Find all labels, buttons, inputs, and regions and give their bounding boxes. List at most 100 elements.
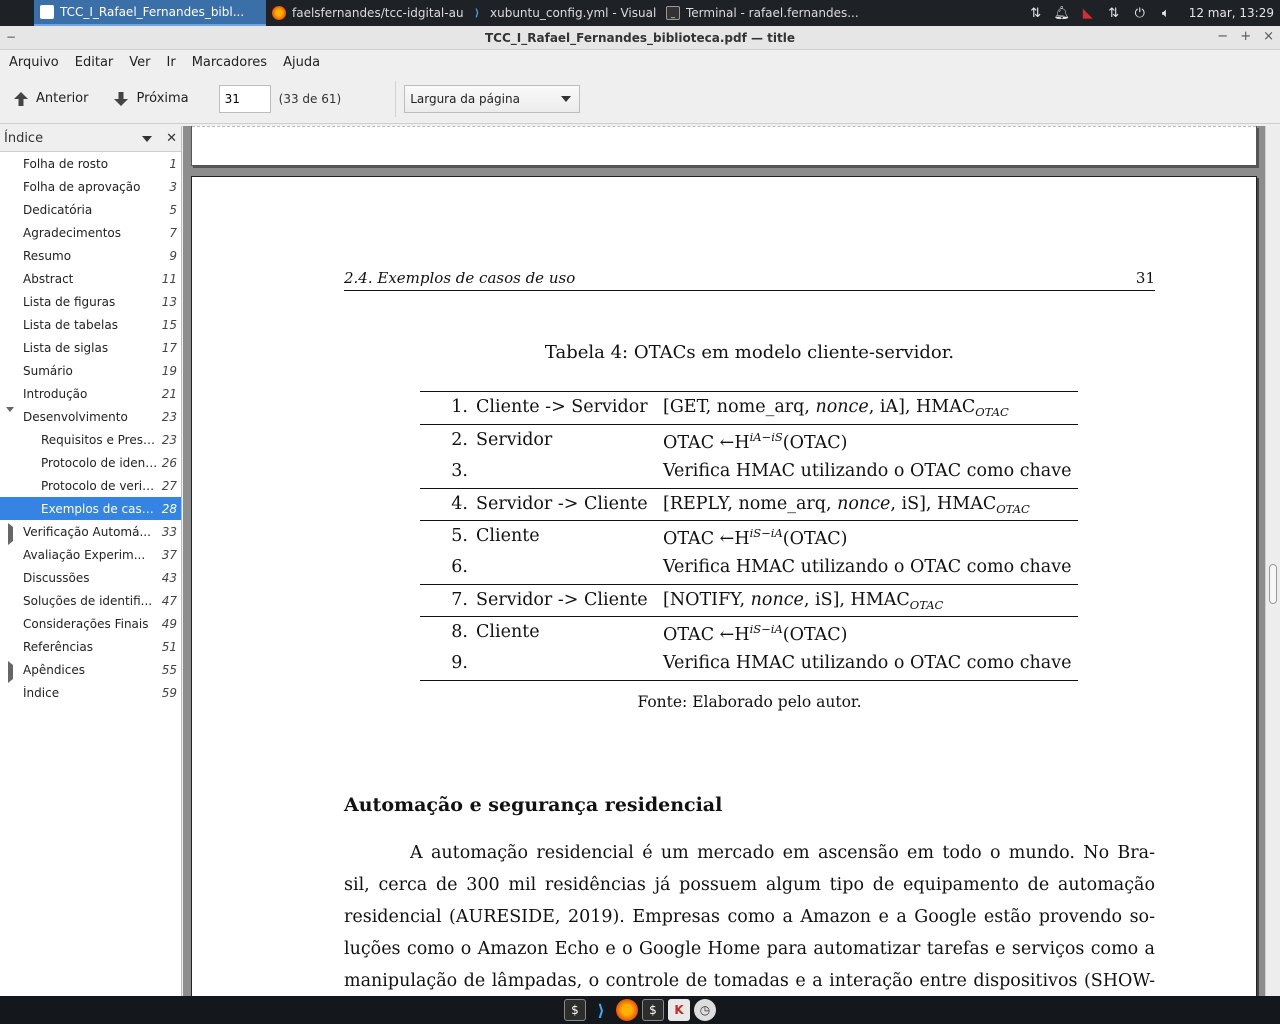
outline-item-label: Avaliação Experim... (23, 548, 158, 562)
action-text: [NOTIFY, (663, 590, 751, 610)
outline-item[interactable]: Lista de figuras13 (0, 290, 181, 313)
outline-item-label: Abstract (23, 272, 158, 286)
close-button[interactable]: × (1263, 29, 1274, 44)
menu-ajuda[interactable]: Ajuda (275, 55, 328, 70)
outline-item[interactable]: Resumo9 (0, 244, 181, 267)
expander-collapsed-icon[interactable] (6, 527, 16, 537)
outline-item[interactable]: Discussões43 (0, 566, 181, 589)
next-page-button[interactable]: Próxima (104, 81, 196, 117)
kaspersky-icon[interactable]: K (668, 999, 690, 1021)
outline-item[interactable]: Referências 51 (0, 635, 181, 658)
outline-item-page: 17 (162, 341, 177, 355)
task-document-viewer[interactable]: TCC_I_Rafael_Fernandes_bibl... (34, 0, 266, 26)
outline-item-label: Referências (23, 640, 158, 654)
outline-item[interactable]: Folha de rosto1 (0, 152, 181, 175)
outline-item[interactable]: Protocolo de identif...26 (0, 451, 181, 474)
outline-item[interactable]: Desenvolvimento23 (0, 405, 181, 428)
outline-item-page: 55 (162, 663, 177, 677)
outline-item[interactable]: Protocolo de verific...27 (0, 474, 181, 497)
action-subscript: OTAC (975, 405, 1009, 419)
task-firefox[interactable]: faelsfernandes/tcc-idgital-au... (266, 0, 464, 26)
outline-item[interactable]: Agradecimentos7 (0, 221, 181, 244)
outline-item[interactable]: Verificação Automá...33 (0, 520, 181, 543)
window-title: TCC_I_Rafael_Fernandes_biblioteca.pdf — … (485, 31, 795, 45)
previous-page-button[interactable]: Anterior (4, 81, 96, 117)
firefox-icon[interactable] (616, 999, 638, 1021)
titlebar[interactable]: − TCC_I_Rafael_Fernandes_biblioteca.pdf … (0, 26, 1280, 50)
scrollbar-thumb[interactable] (1269, 564, 1277, 604)
outline-item-page: 23 (162, 433, 177, 447)
action-text: (OTAC) (783, 529, 848, 549)
menu-arquivo[interactable]: Arquivo (9, 55, 67, 70)
row-action: Verifica HMAC utilizando o OTAC como cha… (663, 653, 1071, 673)
task-label: xubuntu_config.yml - Visual S... (490, 6, 660, 20)
clock-icon[interactable]: ◷ (694, 999, 716, 1021)
outline-item-page: 51 (162, 640, 177, 654)
page-number-input[interactable] (219, 85, 271, 113)
outline-item[interactable]: Lista de siglas17 (0, 336, 181, 359)
outline-item-label: Folha de rosto (23, 157, 165, 171)
close-sidebar-icon[interactable]: ✕ (166, 131, 177, 146)
outline-item-page: 37 (162, 548, 177, 562)
vertical-scrollbar[interactable] (1265, 126, 1280, 996)
outline-item[interactable]: Apêndices55 (0, 658, 181, 681)
task-terminal[interactable]: _ Terminal - rafael.fernandes... (660, 0, 860, 26)
network-icon[interactable]: ⇅ (1027, 4, 1045, 22)
clock[interactable]: 12 mar, 13:29 (1189, 6, 1274, 20)
expander-collapsed-icon[interactable] (6, 665, 16, 675)
outline-item[interactable]: Sumário19 (0, 359, 181, 382)
notification-bell-icon[interactable]: 🔔︎ (1053, 4, 1071, 22)
outline-item-label: Discussões (23, 571, 158, 585)
terminal-icon[interactable]: $ (642, 999, 664, 1021)
firefox-icon (272, 6, 286, 20)
menu-marcadores[interactable]: Marcadores (184, 55, 275, 70)
page-count: (33 de 61) (279, 92, 342, 106)
action-subscript: OTAC (910, 598, 944, 612)
outline-item-page: 26 (162, 456, 177, 470)
outline-item[interactable]: Considerações Finais49 (0, 612, 181, 635)
window-menu-button[interactable]: − (6, 30, 16, 44)
zoom-select[interactable]: Largura da página (404, 85, 580, 113)
paragraph-line: manipulação de lâmpadas, o controle de t… (344, 971, 1155, 991)
task-label: Terminal - rafael.fernandes... (686, 6, 859, 20)
antivirus-icon[interactable]: ◣ (1079, 4, 1097, 22)
outline-item[interactable]: Dedicatória5 (0, 198, 181, 221)
network-transfer-icon[interactable]: ⇅ (1105, 4, 1123, 22)
row-actor: Servidor -> Cliente (476, 494, 648, 514)
vscode-icon[interactable]: ⟩ (590, 999, 612, 1021)
sidebar-mode-dropdown-icon[interactable] (142, 136, 152, 142)
next-label: Próxima (136, 91, 188, 106)
outline-item-label: Requisitos e Pressu... (41, 433, 158, 447)
maximize-button[interactable]: + (1240, 29, 1251, 44)
menu-ver[interactable]: Ver (121, 55, 158, 70)
paragraph-line: A automação residencial é um mercado em … (344, 843, 1155, 863)
power-icon[interactable]: ⏻ (1131, 4, 1149, 22)
outline-item[interactable]: Índice59 (0, 681, 181, 704)
outline-item-label: Protocolo de verific... (41, 479, 158, 493)
action-italic: nonce (837, 494, 890, 514)
outline-item[interactable]: Abstract11 (0, 267, 181, 290)
task-vscode[interactable]: ⟩ xubuntu_config.yml - Visual S... (464, 0, 660, 26)
outline-item[interactable]: Avaliação Experim... 37 (0, 543, 181, 566)
outline-item[interactable]: Lista de tabelas15 (0, 313, 181, 336)
outline-item[interactable]: Exemplos de casos ...28 (0, 497, 181, 520)
outline-item[interactable]: Introdução21 (0, 382, 181, 405)
menu-editar[interactable]: Editar (67, 55, 122, 70)
previous-page (191, 126, 1257, 166)
outline-item[interactable]: Folha de aprovação3 (0, 175, 181, 198)
outline-item[interactable]: Requisitos e Pressu... 23 (0, 428, 181, 451)
action-text: , iS], HMAC (890, 494, 996, 514)
action-text: (OTAC) (783, 625, 848, 645)
outline-item-page: 7 (169, 226, 177, 240)
document-view[interactable]: 2.4. Exemplos de casos de uso 31 Tabela … (183, 126, 1265, 996)
outline-item[interactable]: Soluções de identifi...47 (0, 589, 181, 612)
paragraph-line: sil, cerca de 300 mil residências já pos… (344, 875, 1155, 895)
minimize-button[interactable]: − (1217, 29, 1228, 44)
volume-icon[interactable]: 🔈︎ (1157, 4, 1175, 22)
menu-ir[interactable]: Ir (159, 55, 184, 70)
terminal-icon[interactable]: $ (564, 999, 586, 1021)
row-action: Verifica HMAC utilizando o OTAC como cha… (663, 461, 1071, 481)
row-actor: Cliente -> Servidor (476, 397, 648, 417)
expander-expanded-icon[interactable] (6, 412, 16, 422)
action-text: Verifica HMAC utilizando o OTAC como cha… (663, 557, 1071, 577)
